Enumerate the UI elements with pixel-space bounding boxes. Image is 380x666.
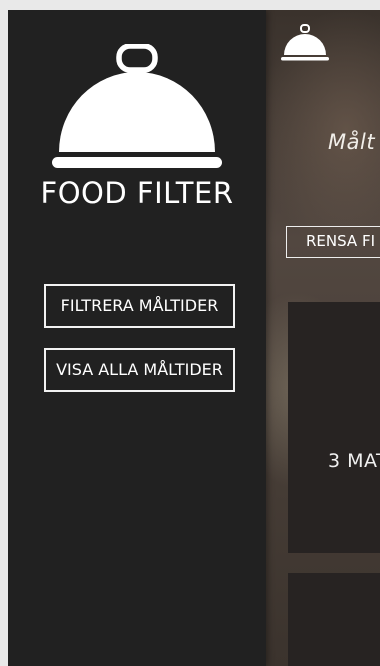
- page-title: Målt: [328, 130, 376, 154]
- clear-filter-button[interactable]: RENSA FI: [286, 226, 380, 258]
- filter-meals-button[interactable]: FILTRERA MÅLTIDER: [44, 284, 235, 328]
- main-content: Målt RENSA FI 3 MAT: [266, 10, 380, 666]
- meal-card-label: 3 MAT: [328, 450, 380, 472]
- meal-card[interactable]: [288, 573, 380, 666]
- app-frame: Målt RENSA FI 3 MAT FOOD FILTER FILTRERA…: [8, 10, 380, 666]
- brand-name: FOOD FILTER: [40, 176, 234, 210]
- meal-card[interactable]: 3 MAT: [288, 302, 380, 553]
- food-cloche-icon[interactable]: [280, 24, 330, 66]
- food-cloche-icon: [51, 43, 223, 174]
- show-all-meals-button[interactable]: VISA ALLA MÅLTIDER: [44, 348, 235, 392]
- side-drawer: FOOD FILTER FILTRERA MÅLTIDER VISA ALLA …: [8, 10, 266, 666]
